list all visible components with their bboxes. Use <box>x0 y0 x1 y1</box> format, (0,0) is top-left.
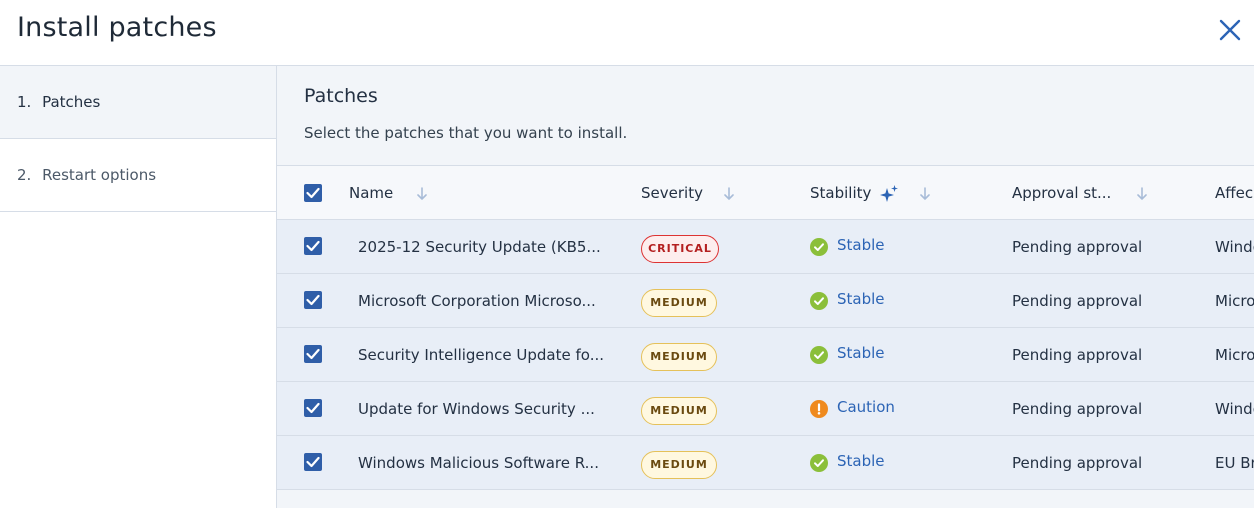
steps-sidebar: 1. Patches 2. Restart options <box>0 66 277 508</box>
section-title: Patches <box>304 85 378 107</box>
approval-status: Pending approval <box>1012 292 1143 310</box>
section-subtitle: Select the patches that you want to inst… <box>304 124 628 142</box>
row-checkbox[interactable] <box>304 345 322 363</box>
affected-product: Micro <box>1215 292 1254 310</box>
column-severity[interactable]: Severity <box>641 166 703 221</box>
patch-name: Security Intelligence Update fo... <box>358 346 604 364</box>
affected-product: Windo <box>1215 400 1254 418</box>
column-name[interactable]: Name <box>349 166 393 221</box>
stability-status[interactable]: Stable <box>837 328 885 382</box>
column-stability[interactable]: Stability <box>810 166 871 221</box>
check-circle-icon <box>810 292 828 310</box>
approval-status: Pending approval <box>1012 346 1143 364</box>
table-row[interactable]: Security Intelligence Update fo... MEDIU… <box>277 328 1254 382</box>
severity-badge: MEDIUM <box>641 289 717 317</box>
severity-badge: CRITICAL <box>641 235 719 263</box>
step-number: 2. <box>17 166 32 184</box>
sort-arrow-icon[interactable] <box>724 186 734 201</box>
severity-badge: MEDIUM <box>641 451 717 479</box>
dialog-header: Install patches <box>0 0 1254 66</box>
stability-status[interactable]: Stable <box>837 274 885 328</box>
table-row[interactable]: Windows Malicious Software R... MEDIUM S… <box>277 436 1254 490</box>
table-header: Name Severity Stability Approval st... A… <box>277 165 1254 220</box>
affected-product: Micro <box>1215 346 1254 364</box>
step-number: 1. <box>17 93 32 111</box>
patch-name: Microsoft Corporation Microso... <box>358 292 596 310</box>
row-checkbox[interactable] <box>304 399 322 417</box>
stability-status[interactable]: Stable <box>837 220 885 274</box>
affected-product: EU Br <box>1215 454 1254 472</box>
approval-status: Pending approval <box>1012 454 1143 472</box>
sort-arrow-icon[interactable] <box>1137 186 1147 201</box>
step-label: Restart options <box>42 166 157 184</box>
warning-circle-icon <box>810 400 828 418</box>
step-restart-options[interactable]: 2. Restart options <box>0 139 276 212</box>
step-patches[interactable]: 1. Patches <box>0 66 276 139</box>
step-label: Patches <box>42 93 101 111</box>
patch-name: 2025-12 Security Update (KB5... <box>358 238 601 256</box>
row-checkbox[interactable] <box>304 291 322 309</box>
table-row[interactable]: Microsoft Corporation Microso... MEDIUM … <box>277 274 1254 328</box>
select-all-checkbox[interactable] <box>304 184 322 202</box>
column-affected[interactable]: Affec <box>1215 166 1253 221</box>
patch-name: Windows Malicious Software R... <box>358 454 599 472</box>
check-circle-icon <box>810 238 828 256</box>
dialog-title: Install patches <box>17 12 217 43</box>
stability-status[interactable]: Stable <box>837 436 885 490</box>
row-checkbox[interactable] <box>304 237 322 255</box>
sort-arrow-icon[interactable] <box>920 186 930 201</box>
check-circle-icon <box>810 454 828 472</box>
stability-status[interactable]: Caution <box>837 382 895 436</box>
approval-status: Pending approval <box>1012 400 1143 418</box>
table-row[interactable]: 2025-12 Security Update (KB5... CRITICAL… <box>277 220 1254 274</box>
close-icon[interactable] <box>1214 14 1246 46</box>
sort-arrow-icon[interactable] <box>417 186 427 201</box>
affected-product: Windo <box>1215 238 1254 256</box>
severity-badge: MEDIUM <box>641 397 717 425</box>
sparkle-icon <box>879 184 899 204</box>
column-approval-status[interactable]: Approval st... <box>1012 166 1111 221</box>
row-checkbox[interactable] <box>304 453 322 471</box>
check-circle-icon <box>810 346 828 364</box>
patches-panel: Patches Select the patches that you want… <box>277 66 1254 508</box>
table-row[interactable]: Update for Windows Security ... MEDIUM C… <box>277 382 1254 436</box>
severity-badge: MEDIUM <box>641 343 717 371</box>
patch-name: Update for Windows Security ... <box>358 400 595 418</box>
approval-status: Pending approval <box>1012 238 1143 256</box>
